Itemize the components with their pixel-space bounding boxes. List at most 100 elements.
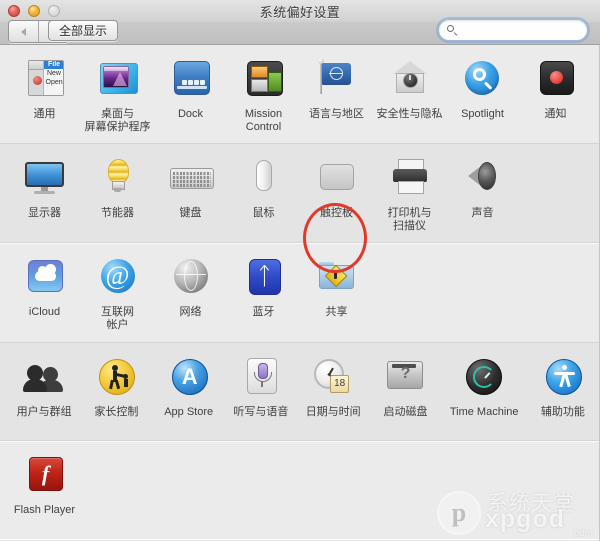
pref-label: 网络	[179, 306, 202, 318]
pref-label: 触控板	[320, 207, 353, 219]
pref-label: 互联网 帐户	[101, 306, 134, 331]
pref-label: Mission Control	[244, 108, 283, 133]
pref-label: 显示器	[28, 207, 61, 219]
back-button[interactable]	[9, 21, 38, 42]
pref-item-network[interactable]: 网络	[154, 243, 227, 342]
pref-label: 家长控制	[94, 406, 139, 418]
pref-label: Time Machine	[449, 406, 519, 418]
pref-label: 日期与时间	[305, 406, 361, 418]
pref-label: 用户与群组	[16, 406, 72, 418]
time-machine-icon	[461, 355, 507, 401]
pref-item-parental-controls[interactable]: 家长控制	[80, 343, 152, 440]
system-preferences-window: 系统偏好设置 全部显示 File New Open 通用 桌面与 屏幕保护程序 …	[0, 0, 600, 541]
pref-item-accessibility[interactable]: 辅助功能	[527, 343, 599, 440]
pref-label: 声音	[471, 207, 494, 219]
pref-item-mouse[interactable]: 鼠标	[227, 144, 300, 242]
pref-item-desktop-screensaver[interactable]: 桌面与 屏幕保护程序	[81, 45, 154, 143]
pref-item-icloud[interactable]: iCloud	[8, 243, 81, 342]
accessibility-icon	[540, 355, 586, 401]
pref-label: 鼠标	[252, 207, 275, 219]
pref-item-startup-disk[interactable]: ? 启动磁盘	[369, 343, 441, 440]
pref-item-language-region[interactable]: 语言与地区	[300, 45, 373, 143]
pref-label: 启动磁盘	[383, 406, 428, 418]
pref-label: Flash Player	[13, 504, 76, 516]
energy-saver-icon	[95, 156, 141, 202]
pref-label: 蓝牙	[252, 306, 275, 318]
general-icon-menu-header: File	[43, 61, 63, 69]
pref-item-spotlight[interactable]: Spotlight	[446, 45, 519, 143]
pref-item-general[interactable]: File New Open 通用	[8, 45, 81, 143]
preferences-grid: File New Open 通用 桌面与 屏幕保护程序 Dock Mission…	[0, 45, 600, 541]
pref-label: 辅助功能	[540, 406, 585, 418]
mission-control-icon	[241, 57, 287, 103]
sharing-icon	[314, 255, 360, 301]
mouse-icon	[241, 156, 287, 202]
pref-item-energy-saver[interactable]: 节能器	[81, 144, 154, 242]
icloud-icon	[22, 255, 68, 301]
general-icon: File New Open	[22, 57, 68, 103]
pref-item-users-groups[interactable]: 用户与群组	[8, 343, 80, 440]
pref-item-time-machine[interactable]: Time Machine	[442, 343, 527, 440]
printers-scanners-icon	[387, 156, 433, 202]
pref-label: 通知	[544, 108, 567, 120]
pref-item-trackpad[interactable]: 触控板	[300, 144, 373, 242]
general-icon-menu-item-open: Open	[45, 79, 63, 86]
pref-item-app-store[interactable]: A App Store	[153, 343, 225, 440]
pref-item-notifications[interactable]: 通知	[519, 45, 592, 143]
internet-accounts-icon: @	[95, 255, 141, 301]
pref-label: 键盘	[179, 207, 202, 219]
pref-label: Dock	[177, 108, 204, 120]
pref-label: 打印机与 扫描仪	[387, 207, 432, 232]
parental-controls-icon	[93, 355, 139, 401]
pref-label: iCloud	[28, 306, 61, 318]
users-groups-icon	[21, 355, 67, 401]
sound-icon	[460, 156, 506, 202]
app-store-icon: A	[166, 355, 212, 401]
startup-disk-glyph: ?	[400, 365, 411, 382]
search-field[interactable]	[438, 19, 588, 41]
date-time-icon: 18	[310, 355, 356, 401]
general-icon-menu-item-new: New	[46, 70, 61, 77]
security-privacy-icon	[387, 57, 433, 103]
pref-item-internet-accounts[interactable]: @ 互联网 帐户	[81, 243, 154, 342]
pref-item-sound[interactable]: 声音	[446, 144, 519, 242]
pref-item-bluetooth[interactable]: ᛏ 蓝牙	[227, 243, 300, 342]
preferences-row-personal: File New Open 通用 桌面与 屏幕保护程序 Dock Mission…	[0, 45, 599, 144]
desktop-screensaver-icon	[95, 57, 141, 103]
pref-item-printers-scanners[interactable]: 打印机与 扫描仪	[373, 144, 446, 242]
pref-item-date-time[interactable]: 18 日期与时间	[297, 343, 369, 440]
pref-label: Spotlight	[461, 108, 504, 120]
pref-label: 语言与地区	[309, 108, 364, 120]
pref-item-flash-player[interactable]: f Flash Player	[8, 441, 81, 539]
spotlight-icon	[460, 57, 506, 103]
preferences-row-hardware: 显示器 节能器 键盘 鼠标 触控板 打印机与 扫描仪 声音	[0, 144, 599, 243]
pref-item-displays[interactable]: 显示器	[8, 144, 81, 242]
dock-icon	[168, 57, 214, 103]
language-region-icon	[314, 57, 360, 103]
chevron-left-icon	[21, 27, 26, 36]
show-all-label: 全部显示	[59, 24, 108, 38]
network-icon	[168, 255, 214, 301]
toolbar: 全部显示	[0, 19, 600, 45]
pref-label: 共享	[325, 306, 348, 318]
pref-label: 安全性与隐私	[376, 108, 443, 120]
startup-disk-icon: ?	[382, 355, 428, 401]
pref-label: 听写与语音	[233, 406, 289, 418]
flash-player-icon: f	[22, 453, 68, 499]
pref-item-security-privacy[interactable]: 安全性与隐私	[373, 45, 446, 143]
calendar-day: 18	[330, 375, 350, 393]
pref-item-dictation-speech[interactable]: 听写与语音	[225, 343, 297, 440]
trackpad-icon	[314, 156, 360, 202]
notifications-icon	[533, 57, 579, 103]
pref-label: 通用	[33, 108, 56, 120]
pref-item-dock[interactable]: Dock	[154, 45, 227, 143]
pref-item-mission-control[interactable]: Mission Control	[227, 45, 300, 143]
search-icon	[447, 24, 458, 36]
displays-icon	[22, 156, 68, 202]
pref-item-sharing[interactable]: 共享	[300, 243, 373, 342]
search-input[interactable]	[462, 23, 584, 37]
show-all-button[interactable]: 全部显示	[48, 20, 119, 41]
keyboard-icon	[168, 156, 214, 202]
pref-item-keyboard[interactable]: 键盘	[154, 144, 227, 242]
dictation-speech-icon	[238, 355, 284, 401]
